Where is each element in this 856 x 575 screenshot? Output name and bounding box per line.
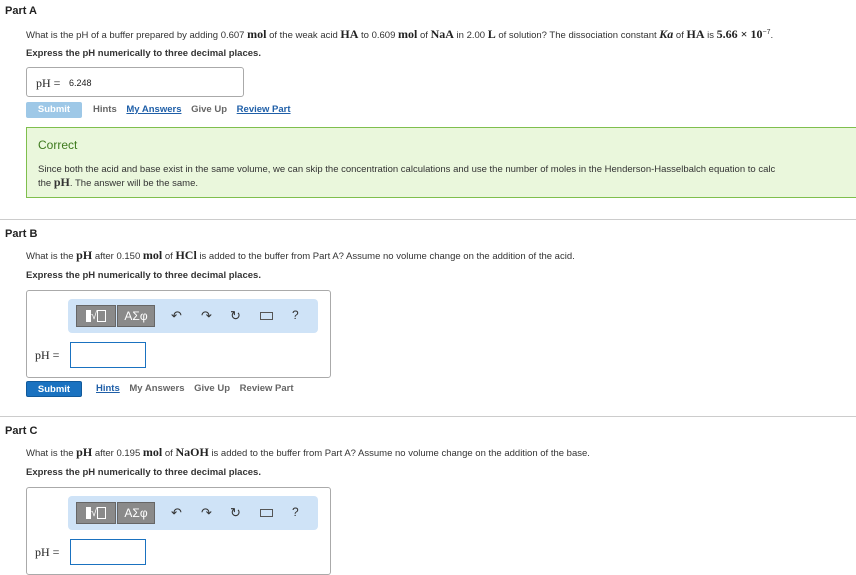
- part-c-question: What is the pH after 0.195 mol of NaOH i…: [26, 445, 590, 459]
- part-a-review-part-link[interactable]: Review Part: [237, 104, 291, 115]
- templates-icon[interactable]: √: [76, 305, 116, 327]
- part-b-review-part-link: Review Part: [239, 383, 294, 394]
- part-a-title: Part A: [5, 5, 37, 17]
- math-toolbar: √ ΑΣφ ↶ ↷ ↻ ?: [68, 496, 318, 530]
- part-c-answer-label: pH =: [35, 545, 60, 559]
- part-a-question: What is the pH of a buffer prepared by a…: [26, 27, 774, 41]
- part-a-instructions: Express the pH numerically to three deci…: [26, 48, 261, 59]
- part-b-links: Hints My Answers Give Up Review Part: [96, 383, 301, 394]
- part-a-links: Hints My Answers Give Up Review Part: [93, 104, 298, 115]
- part-c-title: Part C: [5, 425, 38, 437]
- part-a-submit-button: Submit: [26, 102, 82, 118]
- part-b-give-up-link: Give Up: [194, 383, 231, 394]
- keyboard-icon[interactable]: [260, 312, 273, 320]
- part-a-give-up-link: Give Up: [191, 104, 228, 115]
- part-b-answer-panel: √ ΑΣφ ↶ ↷ ↻ ? pH =: [26, 290, 331, 378]
- part-b-submit-button[interactable]: Submit: [26, 381, 82, 397]
- help-icon[interactable]: ?: [292, 308, 299, 322]
- part-b-hints-link[interactable]: Hints: [96, 383, 120, 394]
- part-b-answer-label: pH =: [35, 348, 60, 362]
- part-b-question: What is the pH after 0.150 mol of HCl is…: [26, 248, 575, 262]
- feedback-title: Correct: [38, 138, 78, 152]
- part-b-ph-input[interactable]: [70, 342, 146, 368]
- divider: [0, 219, 856, 220]
- greek-symbols-icon[interactable]: ΑΣφ: [117, 502, 155, 524]
- feedback-text: Since both the acid and base exist in th…: [38, 164, 776, 189]
- correct-feedback-box: Correct Since both the acid and base exi…: [26, 127, 856, 198]
- part-c-answer-panel: √ ΑΣφ ↶ ↷ ↻ ? pH =: [26, 487, 331, 575]
- part-b-my-answers-link: My Answers: [129, 383, 185, 394]
- part-b-title: Part B: [5, 228, 38, 240]
- templates-icon[interactable]: √: [76, 502, 116, 524]
- divider: [0, 416, 856, 417]
- help-icon[interactable]: ?: [292, 505, 299, 519]
- part-a-answer-label: pH =: [36, 76, 61, 90]
- undo-icon[interactable]: ↶: [171, 505, 182, 521]
- greek-symbols-icon[interactable]: ΑΣφ: [117, 305, 155, 327]
- reset-icon[interactable]: ↻: [230, 308, 241, 324]
- math-toolbar: √ ΑΣφ ↶ ↷ ↻ ?: [68, 299, 318, 333]
- keyboard-icon[interactable]: [260, 509, 273, 517]
- part-c-instructions: Express the pH numerically to three deci…: [26, 467, 261, 478]
- part-a-my-answers-link[interactable]: My Answers: [126, 104, 181, 115]
- undo-icon[interactable]: ↶: [171, 308, 182, 324]
- redo-icon[interactable]: ↷: [201, 308, 212, 324]
- part-a-answer-field: pH = 6.248: [26, 67, 244, 97]
- redo-icon[interactable]: ↷: [201, 505, 212, 521]
- part-c-ph-input[interactable]: [70, 539, 146, 565]
- reset-icon[interactable]: ↻: [230, 505, 241, 521]
- part-a-hints-link[interactable]: Hints: [93, 104, 117, 115]
- part-a-answer-value: 6.248: [69, 78, 92, 88]
- part-b-instructions: Express the pH numerically to three deci…: [26, 270, 261, 281]
